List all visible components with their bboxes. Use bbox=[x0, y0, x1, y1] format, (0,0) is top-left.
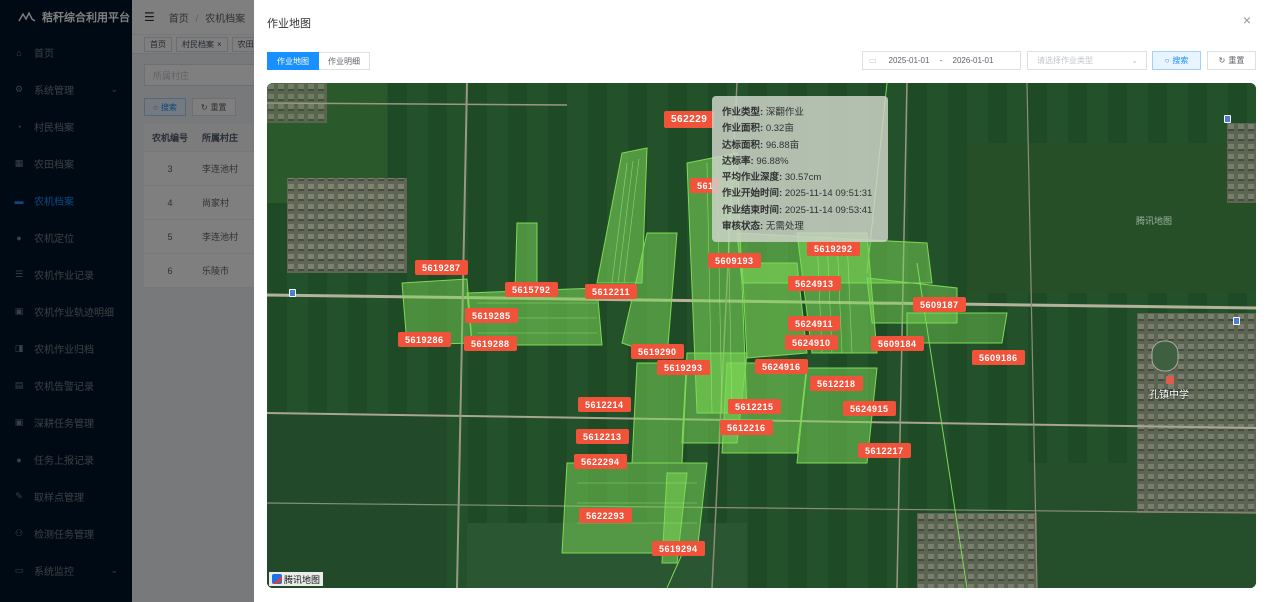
work-map[interactable]: 腾讯地图 孔镇中学 562229 561 5619292 5609193 5619287… bbox=[267, 83, 1256, 588]
machine-marker-label[interactable]: 562229 bbox=[664, 111, 715, 128]
machine-marker-label[interactable]: 5612214 bbox=[578, 397, 631, 412]
machine-marker-label[interactable]: 5619288 bbox=[464, 336, 517, 351]
poi-icon bbox=[1166, 376, 1174, 384]
road-marker-icon bbox=[289, 289, 296, 297]
machine-marker-label[interactable]: 5624913 bbox=[788, 276, 841, 291]
map-provider-logo: 腾讯地图 bbox=[269, 572, 324, 586]
popup-field-value: 2025-11-14 09:53:41 bbox=[784, 204, 873, 216]
popup-field: 达标率: 96.88% bbox=[722, 154, 878, 170]
machine-marker-label[interactable]: 5612215 bbox=[728, 399, 781, 414]
map-watermark: 腾讯地图 bbox=[1135, 216, 1172, 226]
machine-marker-label[interactable]: 5612218 bbox=[810, 376, 863, 391]
popup-field-value: 96.88亩 bbox=[765, 139, 800, 151]
road-marker-icon bbox=[1233, 317, 1240, 325]
refresh-icon: ↻ bbox=[1218, 56, 1226, 65]
search-icon: ○ bbox=[1164, 56, 1170, 65]
popup-field-value: 96.88% bbox=[756, 155, 789, 167]
end-date[interactable]: 2026-01-01 bbox=[948, 56, 998, 65]
popup-field-key: 审核状态 bbox=[722, 221, 761, 233]
machine-marker-label[interactable]: 5619286 bbox=[398, 332, 451, 347]
popup-field-value: 无需处理 bbox=[765, 221, 804, 233]
chevron-down-icon: ⌄ bbox=[1131, 56, 1138, 65]
popup-field-value: 2025-11-14 09:51:31 bbox=[784, 188, 873, 200]
popup-field-key: 达标率 bbox=[722, 155, 751, 167]
machine-marker-label[interactable]: 5609187 bbox=[913, 297, 966, 312]
work-map-dialog: 作业地图 × 作业地图 作业明细 ▭ 2025-01-01 - 2026-01-… bbox=[254, 0, 1269, 602]
start-date[interactable]: 2025-01-01 bbox=[884, 56, 934, 65]
popup-field: 审核状态: 无需处理 bbox=[722, 219, 878, 235]
machine-marker-label[interactable]: 5612213 bbox=[576, 429, 629, 444]
popup-field-key: 作业类型 bbox=[722, 107, 761, 118]
dialog-title: 作业地图 bbox=[267, 18, 311, 30]
popup-field: 作业类型: 深翻作业 bbox=[722, 105, 878, 121]
work-type-select[interactable]: 请选择作业类型 ⌄ bbox=[1027, 51, 1147, 70]
machine-marker-label[interactable]: 5624910 bbox=[785, 335, 838, 350]
machine-marker-label[interactable]: 5609193 bbox=[708, 253, 761, 268]
road-marker-icon bbox=[1224, 115, 1231, 123]
reset-button[interactable]: ↻ 重置 bbox=[1207, 51, 1256, 70]
machine-marker-label[interactable]: 5609186 bbox=[972, 350, 1025, 365]
popup-field: 作业面积: 0.32亩 bbox=[722, 121, 878, 137]
machine-marker-label[interactable]: 5624916 bbox=[755, 359, 808, 374]
popup-field: 达标面积: 96.88亩 bbox=[722, 138, 878, 154]
machine-marker-label[interactable]: 5624915 bbox=[843, 401, 896, 416]
machine-marker-label[interactable]: 5619292 bbox=[807, 241, 860, 256]
popup-field-value: 深翻作业 bbox=[765, 107, 804, 118]
machine-marker-label[interactable]: 5609184 bbox=[871, 336, 924, 351]
popup-field-key: 作业结束时间 bbox=[722, 204, 780, 216]
machine-marker-label[interactable]: 5619293 bbox=[657, 360, 710, 375]
popup-field-key: 平均作业深度 bbox=[722, 172, 780, 184]
date-range-picker[interactable]: ▭ 2025-01-01 - 2026-01-01 bbox=[862, 51, 1021, 70]
machine-marker-label[interactable]: 5622293 bbox=[579, 508, 632, 523]
close-icon[interactable]: × bbox=[1243, 12, 1251, 28]
popup-field-key: 作业面积 bbox=[722, 123, 761, 135]
popup-field: 作业结束时间: 2025-11-14 09:53:41 bbox=[722, 203, 878, 219]
machine-marker-label[interactable]: 5612216 bbox=[720, 420, 773, 435]
tab-work-map[interactable]: 作业地图 bbox=[267, 52, 319, 70]
machine-marker-label[interactable]: 5612211 bbox=[585, 284, 638, 299]
machine-marker-label[interactable]: 5619285 bbox=[465, 308, 518, 323]
popup-field: 作业开始时间: 2025-11-14 09:51:31 bbox=[722, 186, 878, 202]
popup-field-value: 30.57cm bbox=[784, 172, 822, 184]
tencent-map-icon bbox=[272, 574, 282, 584]
machine-marker-label[interactable]: 5619287 bbox=[415, 260, 468, 275]
search-button[interactable]: ○ 搜索 bbox=[1152, 51, 1201, 70]
select-placeholder: 请选择作业类型 bbox=[1037, 56, 1093, 65]
poi-label: 孔镇中学 bbox=[1149, 390, 1189, 401]
machine-marker-label[interactable]: 5624911 bbox=[788, 316, 841, 331]
popup-field-value: 0.32亩 bbox=[765, 123, 794, 135]
machine-marker-label[interactable]: 5619294 bbox=[652, 541, 705, 556]
machine-marker-label[interactable]: 5612217 bbox=[858, 443, 911, 458]
calendar-icon: ▭ bbox=[869, 56, 877, 65]
machine-marker-label[interactable]: 5615792 bbox=[505, 282, 558, 297]
popup-field: 平均作业深度: 30.57cm bbox=[722, 170, 878, 186]
work-info-popup: 作业类型: 深翻作业 作业面积: 0.32亩 达标面积: 96.88亩 达标率: 96… bbox=[712, 96, 888, 242]
tab-work-detail[interactable]: 作业明细 bbox=[319, 52, 370, 70]
view-tabs: 作业地图 作业明细 bbox=[267, 52, 370, 70]
popup-field-key: 作业开始时间 bbox=[722, 188, 780, 200]
date-separator: - bbox=[939, 56, 943, 65]
machine-marker-label[interactable]: 5619290 bbox=[631, 344, 684, 359]
popup-field-key: 达标面积 bbox=[722, 139, 761, 151]
machine-marker-label[interactable]: 5622294 bbox=[574, 454, 627, 469]
